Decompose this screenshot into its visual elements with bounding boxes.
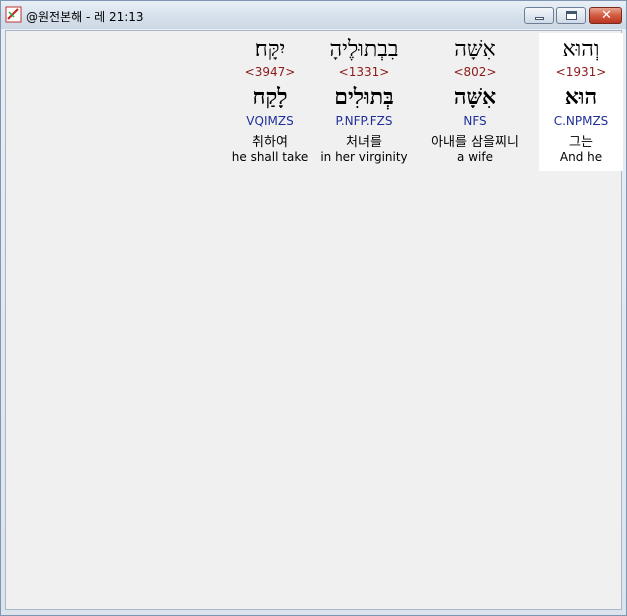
- english-gloss: And he: [559, 150, 603, 164]
- korean-gloss: 취하여: [252, 135, 288, 150]
- window-title: @원전본해 - 레 21:13: [26, 10, 144, 24]
- close-icon: ✕: [601, 8, 612, 23]
- strong-number[interactable]: <1931>: [539, 65, 623, 79]
- korean-gloss: 처녀를: [346, 135, 382, 150]
- app-window: @원전본해 - 레 21:13 ✕ וְהוּא <1931> הוּא C.N…: [0, 0, 627, 616]
- hebrew-lemma: אִשָּׁה: [453, 84, 497, 110]
- strong-number[interactable]: <1331>: [315, 65, 413, 79]
- word-column[interactable]: אִשָּׁה <802> אִשָּׁה NFS 아내를 삼을찌니 a wif…: [409, 33, 541, 171]
- strong-number[interactable]: <3947>: [225, 65, 315, 79]
- word-column[interactable]: בִבְתוּלֶיהָ <1331> בְּתוּלִים P.NFP.FZS…: [315, 33, 413, 171]
- parsing-code[interactable]: VQIMZS: [225, 114, 315, 128]
- title-bar[interactable]: @원전본해 - 레 21:13 ✕: [1, 1, 626, 29]
- hebrew-word: יִקָּח׃: [254, 37, 286, 62]
- hebrew-lemma: הוּא: [564, 84, 598, 110]
- english-gloss: he shall take: [231, 150, 309, 164]
- hebrew-word: וְהוּא: [562, 37, 600, 62]
- english-gloss: a wife: [457, 150, 493, 164]
- korean-gloss: 아내를 삼을찌니: [431, 135, 519, 150]
- word-column[interactable]: יִקָּח׃ <3947> לָקַח VQIMZS 취하여 he shall…: [225, 33, 315, 171]
- hebrew-lemma: לָקַח: [252, 84, 288, 110]
- close-button[interactable]: ✕: [589, 7, 622, 24]
- maximize-button[interactable]: [556, 7, 586, 24]
- minimize-icon: [535, 17, 544, 20]
- word-column[interactable]: וְהוּא <1931> הוּא C.NPMZS 그는 And he: [539, 33, 623, 171]
- minimize-button[interactable]: [524, 7, 554, 24]
- hebrew-word: אִשָּׁה: [454, 37, 496, 62]
- interlinear-pane[interactable]: וְהוּא <1931> הוּא C.NPMZS 그는 And he אִש…: [5, 30, 623, 610]
- parsing-code[interactable]: P.NFP.FZS: [315, 114, 413, 128]
- parsing-code[interactable]: NFS: [409, 114, 541, 128]
- parsing-code[interactable]: C.NPMZS: [539, 114, 623, 128]
- app-icon: [5, 6, 22, 23]
- strong-number[interactable]: <802>: [409, 65, 541, 79]
- hebrew-word: בִבְתוּלֶיהָ: [329, 37, 399, 62]
- maximize-icon: [566, 11, 577, 20]
- korean-gloss: 그는: [569, 135, 593, 150]
- english-gloss: in her virginity: [320, 150, 408, 164]
- hebrew-lemma: בְּתוּלִים: [334, 84, 394, 110]
